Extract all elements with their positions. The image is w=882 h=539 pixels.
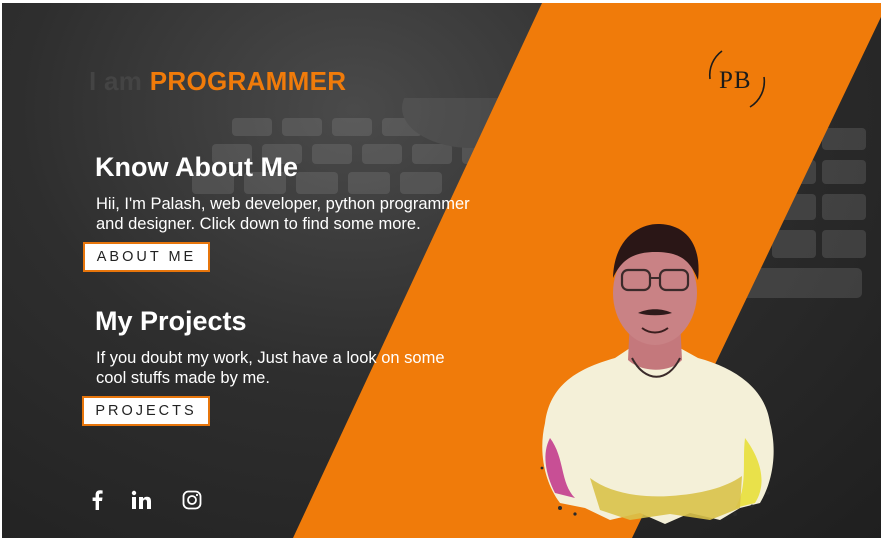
instagram-icon[interactable]: [181, 489, 203, 511]
title-prefix: I am: [89, 66, 143, 96]
page-frame: I am PROGRAMMER PB Know About Me Hii, I'…: [0, 0, 882, 539]
logo-text: PB: [719, 67, 752, 94]
profile-portrait-image: [540, 223, 774, 524]
projects-text-line-1: If you doubt my work, Just have a look o…: [96, 349, 445, 367]
page-title: I am PROGRAMMER: [89, 66, 346, 97]
facebook-icon[interactable]: [86, 489, 108, 511]
about-text-line-1: Hii, I'm Palash, web developer, python p…: [96, 195, 470, 213]
about-me-button[interactable]: ABOUT ME: [83, 242, 210, 272]
projects-heading: My Projects: [95, 306, 247, 336]
projects-text: If you doubt my work, Just have a look o…: [96, 348, 516, 388]
about-text: Hii, I'm Palash, web developer, python p…: [96, 194, 516, 234]
linkedin-icon[interactable]: [130, 489, 152, 511]
projects-text-line-2: cool stuffs made by me.: [96, 369, 270, 387]
about-text-line-2: and designer. Click down to find some mo…: [96, 215, 421, 233]
hero-section: I am PROGRAMMER PB Know About Me Hii, I'…: [2, 3, 881, 538]
about-heading: Know About Me: [95, 152, 298, 182]
projects-button[interactable]: PROJECTS: [82, 396, 210, 426]
title-role: PROGRAMMER: [149, 66, 347, 96]
